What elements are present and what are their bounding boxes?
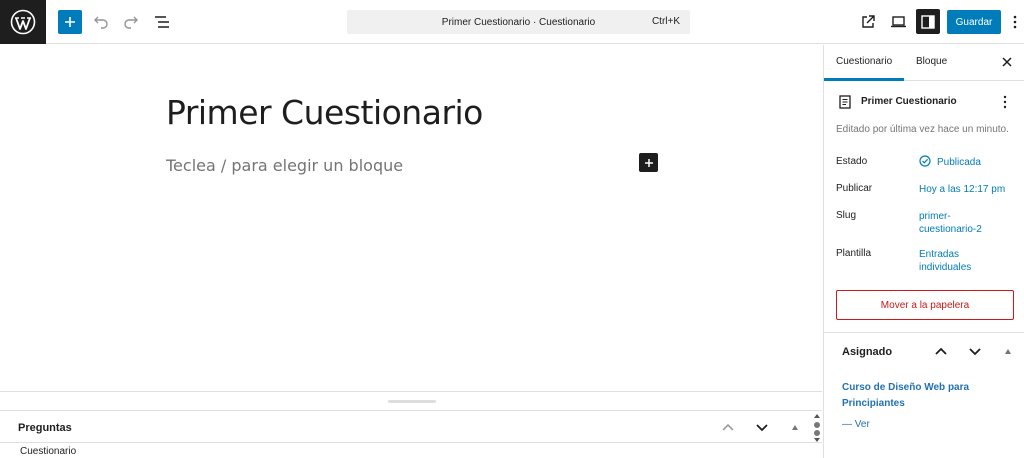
post-title[interactable]: Primer Cuestionario: [166, 93, 483, 132]
assigned-panel: Asignado Curso de Diseño Web para Princi…: [824, 332, 1024, 458]
document-overview-button[interactable]: [150, 10, 174, 34]
course-link-line: Principiantes: [842, 398, 905, 409]
desktop-icon: [890, 16, 906, 28]
sidebar-icon: [921, 14, 935, 29]
keyboard-shortcut: Ctrl+K: [651, 16, 680, 27]
external-link-icon: [862, 15, 875, 28]
template-value-line: individuales: [919, 262, 972, 273]
status-value[interactable]: Publicada: [937, 156, 1024, 169]
course-link-line: Curso de Diseño Web para: [842, 382, 970, 393]
slug-value-line: cuestionario-2: [919, 224, 982, 235]
tab-block[interactable]: Bloque: [916, 56, 947, 67]
options-menu-button[interactable]: [1006, 10, 1024, 34]
assigned-course-link[interactable]: Curso de Diseño Web para Principiantes: [842, 380, 982, 412]
sidebar-tabs: Cuestionario Bloque: [824, 45, 1024, 81]
assigned-panel-title: Asignado: [842, 346, 893, 358]
close-icon[interactable]: [1000, 55, 1014, 69]
more-vertical-icon: [1013, 15, 1017, 29]
active-tab-indicator: [824, 78, 904, 81]
editor-header: Primer Cuestionario · Cuestionario Ctrl+…: [0, 0, 1024, 44]
redo-button[interactable]: [120, 10, 142, 34]
block-inserter-button[interactable]: [58, 10, 82, 34]
block-placeholder[interactable]: Teclea / para elegir un bloque: [166, 156, 403, 175]
meta-box-header: Preguntas: [0, 410, 822, 443]
slug-value-line: primer-: [919, 211, 951, 222]
chevron-down-icon[interactable]: [754, 419, 770, 435]
settings-sidebar-toggle[interactable]: [916, 9, 940, 34]
undo-button[interactable]: [90, 10, 112, 34]
move-to-trash-button[interactable]: Mover a la papelera: [836, 290, 1014, 320]
plus-icon: [644, 158, 653, 167]
collapse-triangle-icon[interactable]: [790, 422, 800, 432]
view-course-link[interactable]: — Ver: [842, 419, 870, 430]
view-post-button[interactable]: [856, 10, 880, 34]
chevron-down-icon[interactable]: [968, 344, 982, 358]
meta-box-subtitle: Cuestionario: [20, 446, 77, 457]
command-title: Primer Cuestionario · Cuestionario: [441, 16, 596, 28]
inline-block-inserter-button[interactable]: [639, 153, 658, 172]
preview-button[interactable]: [886, 10, 910, 34]
wordpress-logo-icon[interactable]: [0, 0, 46, 44]
undo-icon: [94, 16, 108, 29]
template-value-line: Entradas: [919, 249, 960, 260]
last-edited-text: Editado por última vez hace un minuto.: [836, 124, 1009, 135]
slug-value[interactable]: primer- cuestionario-2: [919, 210, 1019, 236]
publish-date-value[interactable]: Hoy a las 12:17 pm: [919, 183, 1019, 196]
chevron-up-icon[interactable]: [720, 419, 736, 435]
meta-boxes-resize-bar[interactable]: [0, 391, 822, 410]
scrollbar-icon[interactable]: [812, 413, 822, 443]
save-button[interactable]: Guardar: [947, 10, 1001, 34]
settings-sidebar: Cuestionario Bloque Primer Cuestionario …: [823, 45, 1024, 458]
resize-handle[interactable]: [388, 400, 436, 403]
chevron-up-icon[interactable]: [934, 344, 948, 358]
post-card-title: Primer Cuestionario: [861, 96, 957, 107]
tab-post[interactable]: Cuestionario: [836, 56, 892, 67]
command-palette-bar[interactable]: Primer Cuestionario · Cuestionario Ctrl+…: [347, 10, 690, 34]
status-label: Estado: [836, 156, 868, 167]
list-view-icon: [155, 16, 169, 28]
template-label: Plantilla: [836, 248, 872, 259]
slug-label: Slug: [836, 210, 857, 221]
template-value[interactable]: Entradas individuales: [919, 248, 1019, 274]
publish-label: Publicar: [836, 183, 873, 194]
editor-canvas: Primer Cuestionario Teclea / para elegir…: [0, 45, 822, 391]
meta-box-title: Preguntas: [18, 422, 72, 434]
collapse-triangle-icon[interactable]: [1004, 347, 1012, 355]
plus-icon: [65, 17, 75, 27]
document-icon: [839, 95, 851, 109]
published-check-icon: [919, 155, 931, 167]
redo-icon: [124, 16, 138, 29]
more-vertical-icon[interactable]: [1000, 95, 1010, 109]
